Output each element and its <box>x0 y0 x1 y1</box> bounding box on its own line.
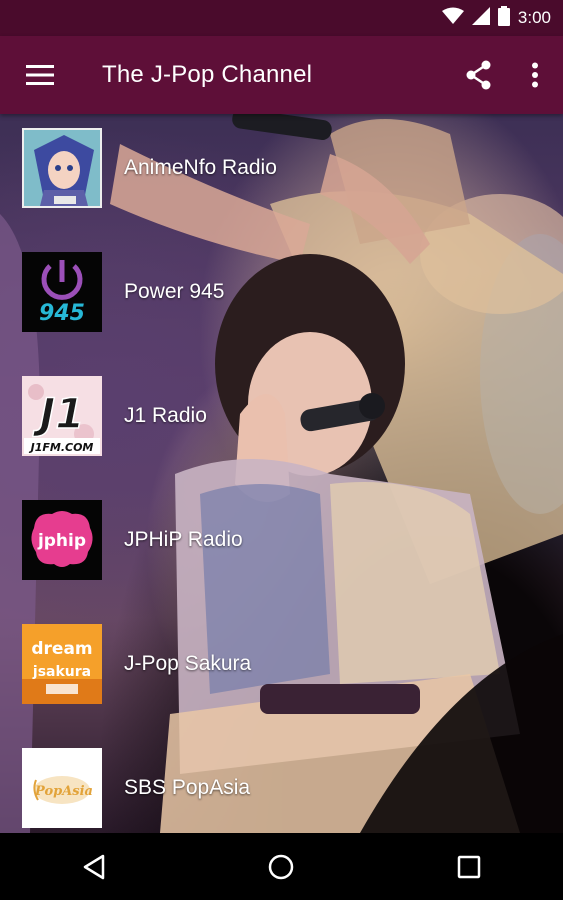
menu-icon <box>26 65 54 85</box>
station-item-animenfo[interactable]: AnimeNfo Radio <box>0 106 563 230</box>
station-item-sbs-popasia[interactable]: PopAsia SBS PopAsia <box>0 726 563 850</box>
station-name: SBS PopAsia <box>124 776 251 799</box>
station-name: AnimeNfo Radio <box>124 156 277 179</box>
station-item-power945[interactable]: 945 Power 945 <box>0 230 563 354</box>
station-name: Power 945 <box>124 280 225 303</box>
power945-logo-text: 945 <box>39 301 85 326</box>
battery-icon <box>497 5 510 31</box>
sakura-logo-text: dream <box>31 639 92 659</box>
status-bar: 3:00 <box>0 0 563 36</box>
home-button[interactable] <box>241 833 321 900</box>
station-item-j1[interactable]: J1 J1FM.COM J1 Radio <box>0 354 563 478</box>
popasia-logo-text: PopAsia <box>34 784 93 799</box>
sbs-popasia-logo: PopAsia <box>22 748 102 828</box>
menu-button[interactable] <box>0 36 80 114</box>
jphip-logo-text: jphip <box>37 531 86 551</box>
station-name: JPHiP Radio <box>124 528 243 551</box>
recents-button[interactable] <box>429 833 509 900</box>
j1-logo-text: J1 <box>33 389 85 438</box>
wifi-icon <box>441 7 464 30</box>
jpop-sakura-logo: dream jsakura <box>22 624 102 704</box>
back-icon <box>83 854 105 879</box>
back-button[interactable] <box>54 833 134 900</box>
sakura-logo-subtext: jsakura <box>32 664 91 680</box>
share-button[interactable] <box>451 36 507 114</box>
more-options-button[interactable] <box>507 36 563 114</box>
app-bar: The J-Pop Channel <box>0 36 563 114</box>
app-title: The J-Pop Channel <box>102 61 313 88</box>
station-item-jphip[interactable]: jphip JPHiP Radio <box>0 478 563 602</box>
more-vert-icon <box>532 62 538 88</box>
j1-logo-subtext: J1FM.COM <box>29 441 94 454</box>
status-time: 3:00 <box>517 8 551 27</box>
station-name: J1 Radio <box>124 404 207 427</box>
power945-logo: 945 <box>22 252 102 332</box>
system-nav-bar <box>0 833 563 900</box>
station-item-jpop-sakura[interactable]: dream jsakura J-Pop Sakura <box>0 602 563 726</box>
animenfo-logo <box>22 128 102 208</box>
share-icon <box>466 60 491 90</box>
signal-icon <box>471 6 490 30</box>
station-name: J-Pop Sakura <box>124 652 252 675</box>
station-list: AnimeNfo Radio 945 Power 945 J1 J1FM.COM <box>0 114 563 833</box>
j1-logo: J1 J1FM.COM <box>22 376 102 456</box>
home-icon <box>269 854 294 879</box>
jphip-logo: jphip <box>22 500 102 580</box>
recents-icon <box>457 855 481 878</box>
